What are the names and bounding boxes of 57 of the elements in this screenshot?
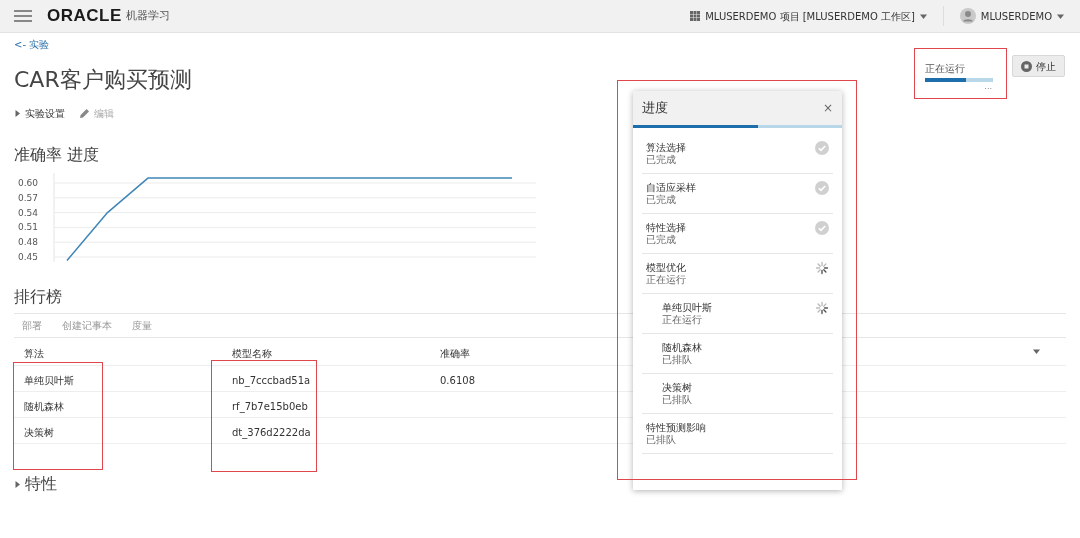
caret-icon	[14, 480, 21, 488]
caret-icon	[1057, 12, 1064, 20]
y-tick-label: 0.57	[18, 192, 39, 203]
y-tick-label: 0.60	[18, 178, 39, 188]
table-cell: 随机森林	[24, 400, 64, 412]
step-status: 已完成	[646, 194, 677, 206]
step-status: 已排队	[646, 434, 677, 446]
more-dots[interactable]: ...	[984, 82, 992, 92]
back-link[interactable]: <- 实验	[14, 37, 50, 52]
brand-logo: ORACLE	[47, 5, 122, 28]
column-header: 算法	[24, 347, 44, 359]
table-cell: dt_376d2222da	[232, 426, 311, 438]
table-cell: 单纯贝叶斯	[24, 374, 74, 386]
settings-toggle[interactable]: 实验设置	[14, 106, 65, 121]
step-status: 正在运行	[662, 314, 703, 326]
project-dropdown[interactable]: MLUSERDEMO 项目 [MLUSERDEMO 工作区]	[690, 8, 927, 24]
step-status: 已排队	[662, 354, 693, 366]
stop-button[interactable]: 停止	[1012, 55, 1065, 77]
avatar-icon	[959, 8, 976, 24]
menu-icon[interactable]	[14, 10, 32, 22]
step-name: 特性选择	[646, 221, 686, 234]
page-title: CAR客户购买预测	[14, 66, 192, 94]
step-name: 算法选择	[646, 141, 686, 154]
section-title: 排行榜	[14, 286, 62, 308]
column-header: 准确率	[440, 347, 470, 359]
step-name: 单纯贝叶斯	[662, 301, 712, 314]
product-name: 机器学习	[125, 7, 170, 24]
section-title: 准确率 进度	[14, 144, 100, 166]
step-status: 已完成	[646, 154, 677, 166]
y-tick-label: 0.51	[18, 222, 39, 233]
caret-icon	[14, 110, 21, 117]
column-menu-icon	[1033, 348, 1040, 355]
grid-icon	[690, 11, 701, 21]
panel-title: 进度	[642, 99, 668, 118]
table-cell: rf_7b7e15b0eb	[232, 400, 308, 412]
step-name: 随机森林	[662, 341, 702, 354]
y-tick-label: 0.48	[18, 237, 39, 248]
table-cell: nb_7cccbad51a	[232, 374, 311, 386]
step-name: 决策树	[662, 381, 692, 394]
table-cell: 决策树	[24, 426, 54, 438]
run-status: 正在运行	[925, 62, 965, 76]
pencil-icon	[79, 108, 90, 119]
step-name: 模型优化	[646, 261, 686, 274]
step-status: 正在运行	[646, 274, 686, 286]
close-button[interactable]: ×	[822, 99, 833, 117]
user-menu[interactable]: MLUSERDEMO	[959, 8, 1064, 24]
step-name: 自适应采样	[646, 181, 696, 194]
y-tick-label: 0.54	[18, 207, 39, 218]
step-status: 已排队	[662, 394, 692, 406]
caret-icon	[919, 12, 927, 20]
table-cell: 0.6108	[440, 374, 475, 386]
features-toggle[interactable]: 特性	[14, 472, 57, 496]
step-status: 已完成	[646, 234, 677, 246]
step-name: 特性预测影响	[646, 421, 706, 434]
column-header: 模型名称	[232, 347, 272, 359]
stop-icon	[1021, 60, 1032, 72]
y-tick-label: 0.45	[18, 252, 39, 262]
